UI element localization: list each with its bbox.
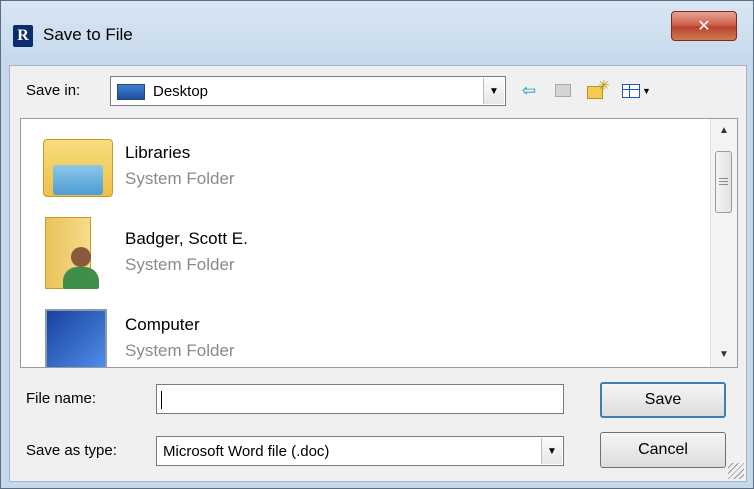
back-arrow-icon[interactable]: ⇦: [516, 78, 542, 104]
dialog-body: Save in: Desktop ▼ ⇦ ✳ ▼ Libraries Syste…: [9, 65, 747, 482]
save-in-value: Desktop: [153, 83, 209, 100]
new-folder-icon[interactable]: ✳: [584, 77, 610, 104]
file-name: Badger, Scott E.: [125, 229, 248, 248]
file-type: System Folder: [125, 341, 235, 360]
file-name: Libraries: [125, 143, 191, 162]
file-name-label: File name:: [26, 390, 97, 407]
up-folder-icon[interactable]: [550, 78, 576, 104]
save-as-type-dropdown[interactable]: Microsoft Word file (.doc) ▼: [156, 436, 564, 466]
app-r-icon: R: [13, 25, 33, 47]
save-in-dropdown[interactable]: Desktop ▼: [110, 76, 506, 106]
list-item[interactable]: Badger, Scott E. System Folder: [33, 213, 693, 293]
scroll-up-icon[interactable]: ▲: [711, 121, 737, 141]
file-list[interactable]: Libraries System Folder Badger, Scott E.…: [20, 118, 738, 368]
title-bar[interactable]: R Save to File ✕: [1, 1, 753, 65]
file-type: System Folder: [125, 255, 235, 274]
save-button[interactable]: Save: [600, 382, 726, 418]
vertical-scrollbar[interactable]: ▲ ▼: [710, 119, 737, 367]
scroll-down-icon[interactable]: ▼: [711, 345, 737, 365]
computer-icon: [33, 299, 113, 367]
resize-grip[interactable]: [728, 463, 744, 479]
desktop-icon: [117, 84, 145, 100]
file-name-input[interactable]: [156, 384, 564, 414]
save-dialog: R Save to File ✕ Save in: Desktop ▼ ⇦ ✳ …: [0, 0, 754, 489]
file-name: Computer: [125, 315, 200, 334]
save-as-type-label: Save as type:: [26, 442, 117, 459]
text-caret: [161, 391, 162, 409]
save-as-type-value: Microsoft Word file (.doc): [163, 443, 330, 460]
save-in-label: Save in:: [26, 82, 81, 99]
list-item[interactable]: Libraries System Folder: [33, 127, 693, 207]
libraries-icon: [33, 127, 113, 207]
list-item[interactable]: Computer System Folder: [33, 299, 693, 367]
view-menu-icon[interactable]: ▼: [620, 78, 654, 104]
scroll-thumb[interactable]: [715, 151, 732, 213]
user-folder-icon: [33, 213, 113, 293]
file-type: System Folder: [125, 169, 235, 188]
close-button[interactable]: ✕: [671, 11, 737, 41]
chevron-down-icon[interactable]: ▼: [483, 78, 504, 104]
window-title: Save to File: [43, 25, 133, 44]
cancel-button[interactable]: Cancel: [600, 432, 726, 468]
chevron-down-icon[interactable]: ▼: [541, 438, 562, 464]
